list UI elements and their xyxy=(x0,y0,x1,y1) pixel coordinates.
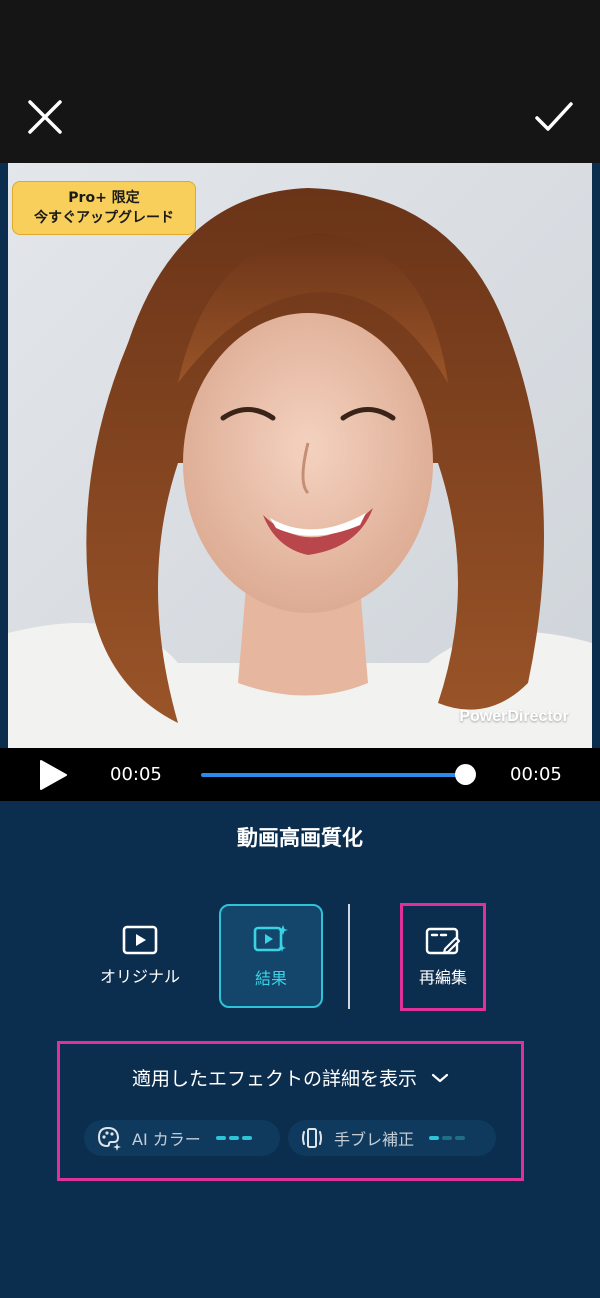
play-button[interactable] xyxy=(36,758,70,792)
original-mode-label: オリジナル xyxy=(99,967,180,986)
stabilize-icon xyxy=(302,1128,322,1148)
original-mode-button[interactable]: オリジナル xyxy=(90,904,190,1008)
show-effects-details-toggle[interactable]: 適用したエフェクトの詳細を表示 xyxy=(60,1064,521,1091)
checkmark-icon xyxy=(535,102,573,131)
effect-chip-ai-color: AI カラー xyxy=(84,1120,280,1156)
effect-stabilization-label: 手ブレ補正 xyxy=(334,1130,415,1149)
watermark: PowerDirector xyxy=(459,708,569,725)
total-time: 00:05 xyxy=(510,764,562,785)
progress-track[interactable] xyxy=(201,773,465,777)
effect-ai-color-label: AI カラー xyxy=(132,1130,201,1149)
top-bar xyxy=(0,0,600,163)
pro-badge-title: Pro+ 限定 xyxy=(68,190,140,206)
pro-upgrade-badge[interactable]: Pro+ 限定 今すぐアップグレード xyxy=(12,181,196,235)
close-button[interactable] xyxy=(15,87,75,147)
reedit-label: 再編集 xyxy=(418,968,467,987)
result-mode-button[interactable]: 結果 xyxy=(219,904,323,1008)
play-icon xyxy=(40,760,67,790)
ai-color-level-indicator xyxy=(213,1136,252,1140)
effect-chip-stabilization: 手ブレ補正 xyxy=(288,1120,496,1156)
confirm-button[interactable] xyxy=(524,87,584,147)
video-preview[interactable]: Pro+ 限定 今すぐアップグレード PowerDirector xyxy=(8,163,592,748)
preview-photo xyxy=(8,163,592,748)
enhanced-video-icon xyxy=(253,925,288,952)
current-time: 00:05 xyxy=(110,764,162,785)
close-icon xyxy=(28,100,62,134)
play-box-icon xyxy=(122,925,158,955)
applied-effects-section: 適用したエフェクトの詳細を表示 AI カラー 手ブレ補正 xyxy=(57,1041,524,1181)
palette-sparkle-icon xyxy=(97,1126,121,1151)
playback-bar: 00:05 00:05 xyxy=(0,748,600,801)
effects-toggle-label: 適用したエフェクトの詳細を表示 xyxy=(131,1068,417,1090)
mode-divider xyxy=(348,904,350,1009)
result-mode-label: 結果 xyxy=(254,969,287,988)
edit-frame-icon xyxy=(425,927,461,955)
stabilization-level-indicator xyxy=(426,1136,466,1140)
progress-thumb[interactable] xyxy=(454,764,476,785)
reedit-button[interactable]: 再編集 xyxy=(400,903,486,1011)
chevron-down-icon xyxy=(431,1073,449,1082)
pro-badge-subtitle: 今すぐアップグレード xyxy=(34,210,174,226)
panel-title: 動画高画質化 xyxy=(237,826,363,850)
